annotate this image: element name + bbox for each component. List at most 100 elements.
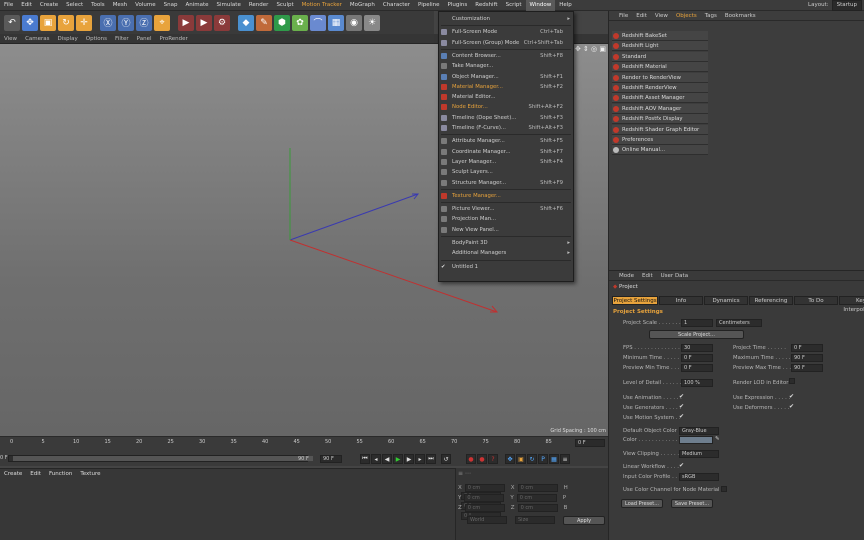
- menu-tools[interactable]: Tools: [87, 0, 109, 11]
- rotate-tool-icon[interactable]: ↻: [58, 14, 74, 31]
- object-item-redshift-asset-manager[interactable]: Redshift Asset Manager: [612, 93, 708, 104]
- start-frame[interactable]: 0 F: [0, 455, 8, 461]
- color-swatch[interactable]: [679, 436, 713, 444]
- layout-selector[interactable]: Layout: Startup: [808, 0, 864, 11]
- window-menu-item-projection-man[interactable]: Projection Man...: [439, 214, 573, 224]
- project-scale-field[interactable]: 1: [681, 319, 713, 327]
- material-menu-create[interactable]: Create: [0, 469, 26, 479]
- coord-field[interactable]: 0 cm: [464, 504, 505, 512]
- scale-tool-icon[interactable]: ▣: [40, 14, 56, 31]
- apply-button[interactable]: Apply: [563, 516, 605, 525]
- go-start-icon[interactable]: ⏮: [360, 454, 370, 464]
- coord-field[interactable]: 0 cm: [517, 484, 558, 492]
- live-select-icon[interactable]: ✛: [76, 14, 92, 31]
- max-time-field[interactable]: 90 F: [791, 354, 823, 362]
- menu-redshift[interactable]: Redshift: [471, 0, 501, 11]
- next-frame-icon[interactable]: ▶: [404, 454, 414, 464]
- use-motion-checkbox[interactable]: ✔: [679, 413, 684, 420]
- viewport-menu-display[interactable]: Display: [54, 34, 82, 44]
- object-item-redshift-bakeset[interactable]: Redshift BakeSet: [612, 31, 708, 41]
- render-lod-checkbox[interactable]: [789, 378, 795, 384]
- window-menu-item-picture-viewer[interactable]: Picture Viewer... Shift+F6: [439, 204, 573, 214]
- object-item-redshift-shader-graph-editor[interactable]: Redshift Shader Graph Editor: [612, 124, 708, 135]
- pen-icon[interactable]: ✎: [256, 14, 272, 31]
- min-time-field[interactable]: 0 F: [681, 354, 713, 362]
- load-preset-button[interactable]: Load Preset...: [621, 499, 663, 508]
- menu-simulate[interactable]: Simulate: [213, 0, 245, 11]
- menu-sculpt[interactable]: Sculpt: [272, 0, 297, 11]
- prev-key-icon[interactable]: ◂: [371, 454, 381, 464]
- window-menu-item-timeline-dope-sheet[interactable]: Timeline (Dope Sheet)... Shift+F3: [439, 113, 573, 123]
- menu-help[interactable]: Help: [555, 0, 576, 11]
- viewport-menu-view[interactable]: View: [0, 34, 21, 44]
- render-picture-viewer-icon[interactable]: ▶: [196, 14, 212, 31]
- window-menu-item-attribute-manager[interactable]: Attribute Manager... Shift+F5: [439, 136, 573, 146]
- object-menu-objects[interactable]: Objects: [672, 11, 701, 21]
- object-item-redshift-renderview[interactable]: Redshift RenderView: [612, 83, 708, 93]
- window-menu-item-customization[interactable]: Customization ▸: [439, 14, 573, 24]
- viewport-menu-options[interactable]: Options: [82, 34, 111, 44]
- window-menu-item-timeline-f-curve[interactable]: Timeline (F-Curve)... Shift+Alt+F3: [439, 123, 573, 133]
- range-thumb[interactable]: [13, 456, 313, 461]
- menu-mesh[interactable]: Mesh: [109, 0, 131, 11]
- project-time-field[interactable]: 0 F: [791, 344, 823, 352]
- coord-menu-icon[interactable]: ≡ ⋯: [458, 470, 471, 477]
- object-menu-tags[interactable]: Tags: [701, 11, 721, 21]
- object-manager[interactable]: File Edit View Objects Tags Bookmarks Redshif…: [608, 11, 864, 270]
- save-preset-button[interactable]: Save Preset...: [671, 499, 713, 508]
- menu-select[interactable]: Select: [62, 0, 87, 11]
- use-generators-checkbox[interactable]: ✔: [679, 403, 684, 410]
- menu-pipeline[interactable]: Pipeline: [414, 0, 444, 11]
- cube-icon[interactable]: ◆: [238, 14, 254, 31]
- eyedropper-icon[interactable]: ✎: [715, 436, 719, 442]
- object-menu-edit[interactable]: Edit: [632, 11, 651, 21]
- object-item-redshift-light[interactable]: Redshift Light: [612, 41, 708, 52]
- render-settings-icon[interactable]: ⚙: [214, 14, 230, 31]
- current-frame-field[interactable]: 0 F: [575, 439, 605, 447]
- window-menu-item-sculpt-layers[interactable]: Sculpt Layers...: [439, 167, 573, 177]
- tab-dynamics[interactable]: Dynamics: [704, 296, 748, 305]
- menu-render[interactable]: Render: [245, 0, 273, 11]
- attribute-menu-edit[interactable]: Edit: [638, 271, 657, 281]
- key-param-icon[interactable]: P: [538, 454, 548, 464]
- preview-max-field[interactable]: 90 F: [791, 364, 823, 372]
- preview-min-field[interactable]: 0 F: [681, 364, 713, 372]
- keyframe-icon[interactable]: ?: [488, 454, 498, 464]
- window-menu-item-untitled-1[interactable]: ✔ Untitled 1: [439, 262, 573, 272]
- window-menu-item-coordinate-manager[interactable]: Coordinate Manager... Shift+F7: [439, 147, 573, 157]
- move-tool-icon[interactable]: ✥: [22, 14, 38, 31]
- window-menu-item-material-manager[interactable]: Material Manager... Shift+F2: [439, 82, 573, 92]
- key-pla-icon[interactable]: ▦: [549, 454, 559, 464]
- viewport-nav-icons[interactable]: ✥ ⇕ ◎ ▣: [575, 45, 606, 53]
- window-menu-item-structure-manager[interactable]: Structure Manager... Shift+F9: [439, 178, 573, 188]
- loop-icon[interactable]: ↺: [441, 454, 451, 464]
- object-item-redshift-material[interactable]: Redshift Material: [612, 62, 708, 73]
- coord-field[interactable]: 0 cm: [517, 504, 558, 512]
- window-menu-item-full-screen-group-mode[interactable]: Full-Screen (Group) Mode Ctrl+Shift+Tab: [439, 38, 573, 48]
- prev-frame-icon[interactable]: ◀: [382, 454, 392, 464]
- camera-icon[interactable]: ◉: [346, 14, 362, 31]
- menu-animate[interactable]: Animate: [181, 0, 212, 11]
- y-axis-icon[interactable]: Ⓨ: [118, 14, 134, 31]
- material-manager[interactable]: Create Edit Function Texture: [0, 468, 455, 540]
- record-icon[interactable]: ●: [466, 454, 476, 464]
- z-axis-icon[interactable]: Ⓩ: [136, 14, 152, 31]
- window-menu-item-additional-managers[interactable]: Additional Managers ▸: [439, 248, 573, 258]
- viewport-menu-cameras[interactable]: Cameras: [21, 34, 53, 44]
- subdivision-icon[interactable]: ⬢: [274, 14, 290, 31]
- go-end-icon[interactable]: ⏭: [426, 454, 436, 464]
- undo-icon[interactable]: ↶: [4, 14, 20, 31]
- menu-edit[interactable]: Edit: [17, 0, 36, 11]
- object-item-redshift-postfx-display[interactable]: Redshift Postfx Display: [612, 114, 708, 125]
- coord-field[interactable]: 0 cm: [464, 484, 505, 492]
- object-item-render-to-renderview[interactable]: Render to RenderView: [612, 72, 708, 83]
- use-deformers-checkbox[interactable]: ✔: [789, 403, 794, 410]
- tab-key-interpolation[interactable]: Key Interpolation: [839, 296, 864, 313]
- tab-info[interactable]: Info: [659, 296, 703, 305]
- key-scale-icon[interactable]: ▣: [516, 454, 526, 464]
- window-menu-item-layer-manager[interactable]: Layer Manager... Shift+F4: [439, 157, 573, 167]
- use-expression-checkbox[interactable]: ✔: [789, 393, 794, 400]
- material-menu-texture[interactable]: Texture: [76, 469, 104, 479]
- x-axis-icon[interactable]: Ⓧ: [100, 14, 116, 31]
- window-menu-item-material-editor[interactable]: Material Editor...: [439, 92, 573, 102]
